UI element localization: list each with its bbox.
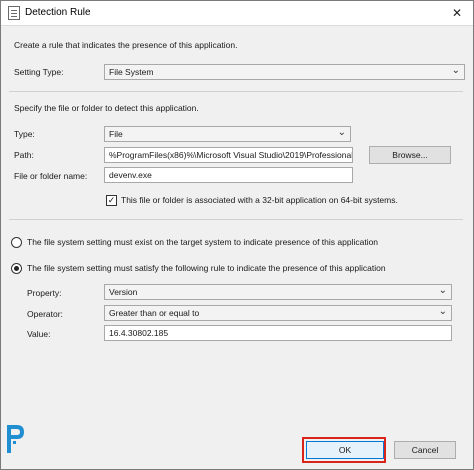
value-input[interactable]: 16.4.30802.185 xyxy=(104,325,452,341)
rule-radio[interactable] xyxy=(11,263,22,274)
divider xyxy=(9,219,463,220)
exist-radio-label: The file system setting must exist on th… xyxy=(27,237,379,247)
file-section-heading: Specify the file or folder to detect thi… xyxy=(14,103,199,113)
rule-radio-label: The file system setting must satisfy the… xyxy=(27,263,386,273)
property-label: Property: xyxy=(27,288,62,298)
chevron-down-icon: ⌄ xyxy=(438,306,447,317)
property-value: Version xyxy=(109,287,138,297)
operator-select[interactable]: Greater than or equal to ⌄ xyxy=(104,305,452,321)
exist-radio[interactable] xyxy=(11,237,22,248)
file-name-input[interactable]: devenv.exe xyxy=(104,167,353,183)
chevron-down-icon: ⌄ xyxy=(438,285,447,296)
browse-button[interactable]: Browse... xyxy=(369,146,451,164)
chevron-down-icon: ⌄ xyxy=(451,65,460,76)
title-bar: Detection Rule ✕ xyxy=(1,1,473,26)
window-title: Detection Rule xyxy=(25,7,91,18)
file-name-label: File or folder name: xyxy=(14,171,88,181)
path-input[interactable]: %ProgramFiles(x86)%\Microsoft Visual Stu… xyxy=(104,147,353,163)
close-icon[interactable]: ✕ xyxy=(449,5,465,21)
ok-highlight-box xyxy=(302,437,386,463)
window-icon xyxy=(8,6,20,20)
logo-icon xyxy=(7,425,24,453)
intro-text: Create a rule that indicates the presenc… xyxy=(14,40,238,50)
operator-value: Greater than or equal to xyxy=(109,308,200,318)
value-label: Value: xyxy=(27,329,51,339)
setting-type-select[interactable]: File System ⌄ xyxy=(104,64,465,80)
x64-checkbox[interactable]: ✓ xyxy=(106,195,117,206)
divider xyxy=(9,91,463,92)
type-label: Type: xyxy=(14,129,35,139)
property-select[interactable]: Version ⌄ xyxy=(104,284,452,300)
type-value: File xyxy=(109,129,123,139)
type-select[interactable]: File ⌄ xyxy=(104,126,351,142)
x64-label: This file or folder is associated with a… xyxy=(121,195,398,205)
path-label: Path: xyxy=(14,150,34,160)
setting-type-value: File System xyxy=(109,67,154,77)
setting-type-label: Setting Type: xyxy=(14,67,64,77)
cancel-button[interactable]: Cancel xyxy=(394,441,456,459)
detection-rule-dialog: Detection Rule ✕ Create a rule that indi… xyxy=(0,0,474,470)
chevron-down-icon: ⌄ xyxy=(337,127,346,138)
operator-label: Operator: xyxy=(27,309,63,319)
